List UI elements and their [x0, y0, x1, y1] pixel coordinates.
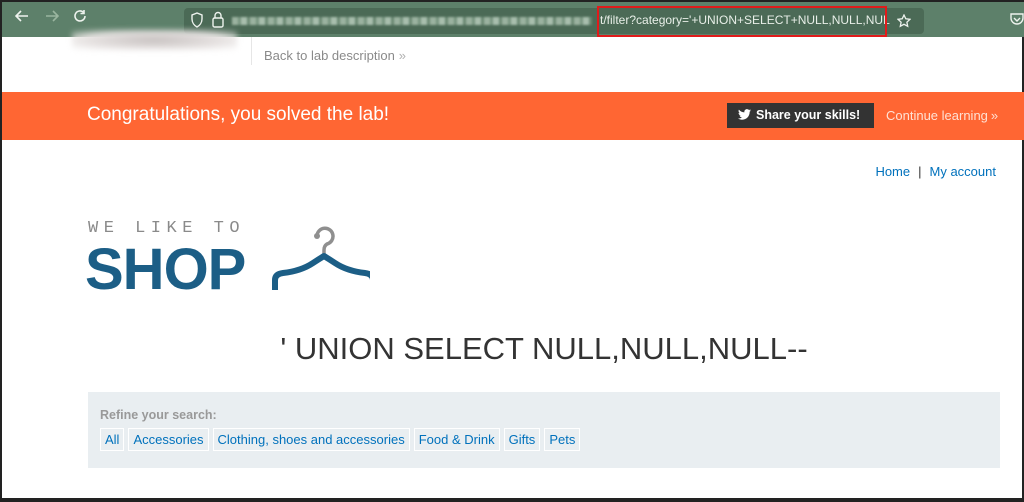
- nav-separator: |: [918, 164, 922, 179]
- star-icon: [897, 14, 911, 28]
- category-filter-pets[interactable]: Pets: [544, 428, 581, 451]
- continue-label: Continue learning: [886, 108, 988, 123]
- category-filter-gifts[interactable]: Gifts: [503, 428, 541, 451]
- twitter-icon: [738, 109, 751, 120]
- hanger-icon: [272, 226, 370, 290]
- account-nav: Home | My account: [875, 164, 996, 179]
- url-highlight-annotation: [597, 6, 887, 37]
- category-filter-all[interactable]: All: [100, 428, 125, 451]
- share-skills-button[interactable]: Share your skills!: [727, 103, 874, 128]
- solved-message: Congratulations, you solved the lab!: [87, 104, 390, 125]
- back-to-lab-link[interactable]: Back to lab description»: [264, 48, 406, 63]
- back-link-label: Back to lab description: [264, 48, 395, 63]
- lock-icon[interactable]: [212, 11, 224, 28]
- header-divider: [251, 37, 252, 65]
- category-filter-list: All Accessories Clothing, shoes and acce…: [100, 428, 581, 451]
- share-button-label: Share your skills!: [756, 108, 861, 122]
- lab-logo-redacted: [72, 30, 237, 50]
- forward-button[interactable]: [42, 9, 62, 29]
- continue-learning-link[interactable]: Continue learning»: [886, 108, 998, 123]
- filter-label: Refine your search:: [100, 408, 217, 422]
- window-border: [2, 498, 1024, 500]
- pocket-icon[interactable]: [1010, 13, 1024, 25]
- page-heading: ' UNION SELECT NULL,NULL,NULL--: [280, 331, 808, 366]
- my-account-link[interactable]: My account: [930, 164, 996, 179]
- reload-button[interactable]: [70, 9, 90, 29]
- lab-solved-banner: Congratulations, you solved the lab! Sha…: [2, 92, 1024, 140]
- back-button[interactable]: [12, 9, 32, 29]
- category-filter-food-drink[interactable]: Food & Drink: [413, 428, 500, 451]
- reload-icon: [74, 10, 86, 22]
- filter-panel: Refine your search: All Accessories Clot…: [88, 392, 1000, 468]
- forward-icon: [46, 10, 60, 22]
- logo-name: SHOP: [85, 237, 246, 302]
- category-filter-accessories[interactable]: Accessories: [128, 428, 209, 451]
- shield-icon[interactable]: [190, 12, 204, 28]
- chevron-right-icon: »: [990, 108, 999, 123]
- category-filter-clothing[interactable]: Clothing, shoes and accessories: [212, 428, 410, 451]
- bookmark-button[interactable]: [890, 8, 918, 34]
- url-redacted: [232, 17, 592, 25]
- home-link[interactable]: Home: [875, 164, 910, 179]
- chevron-right-icon: »: [398, 48, 407, 63]
- back-icon: [14, 10, 28, 22]
